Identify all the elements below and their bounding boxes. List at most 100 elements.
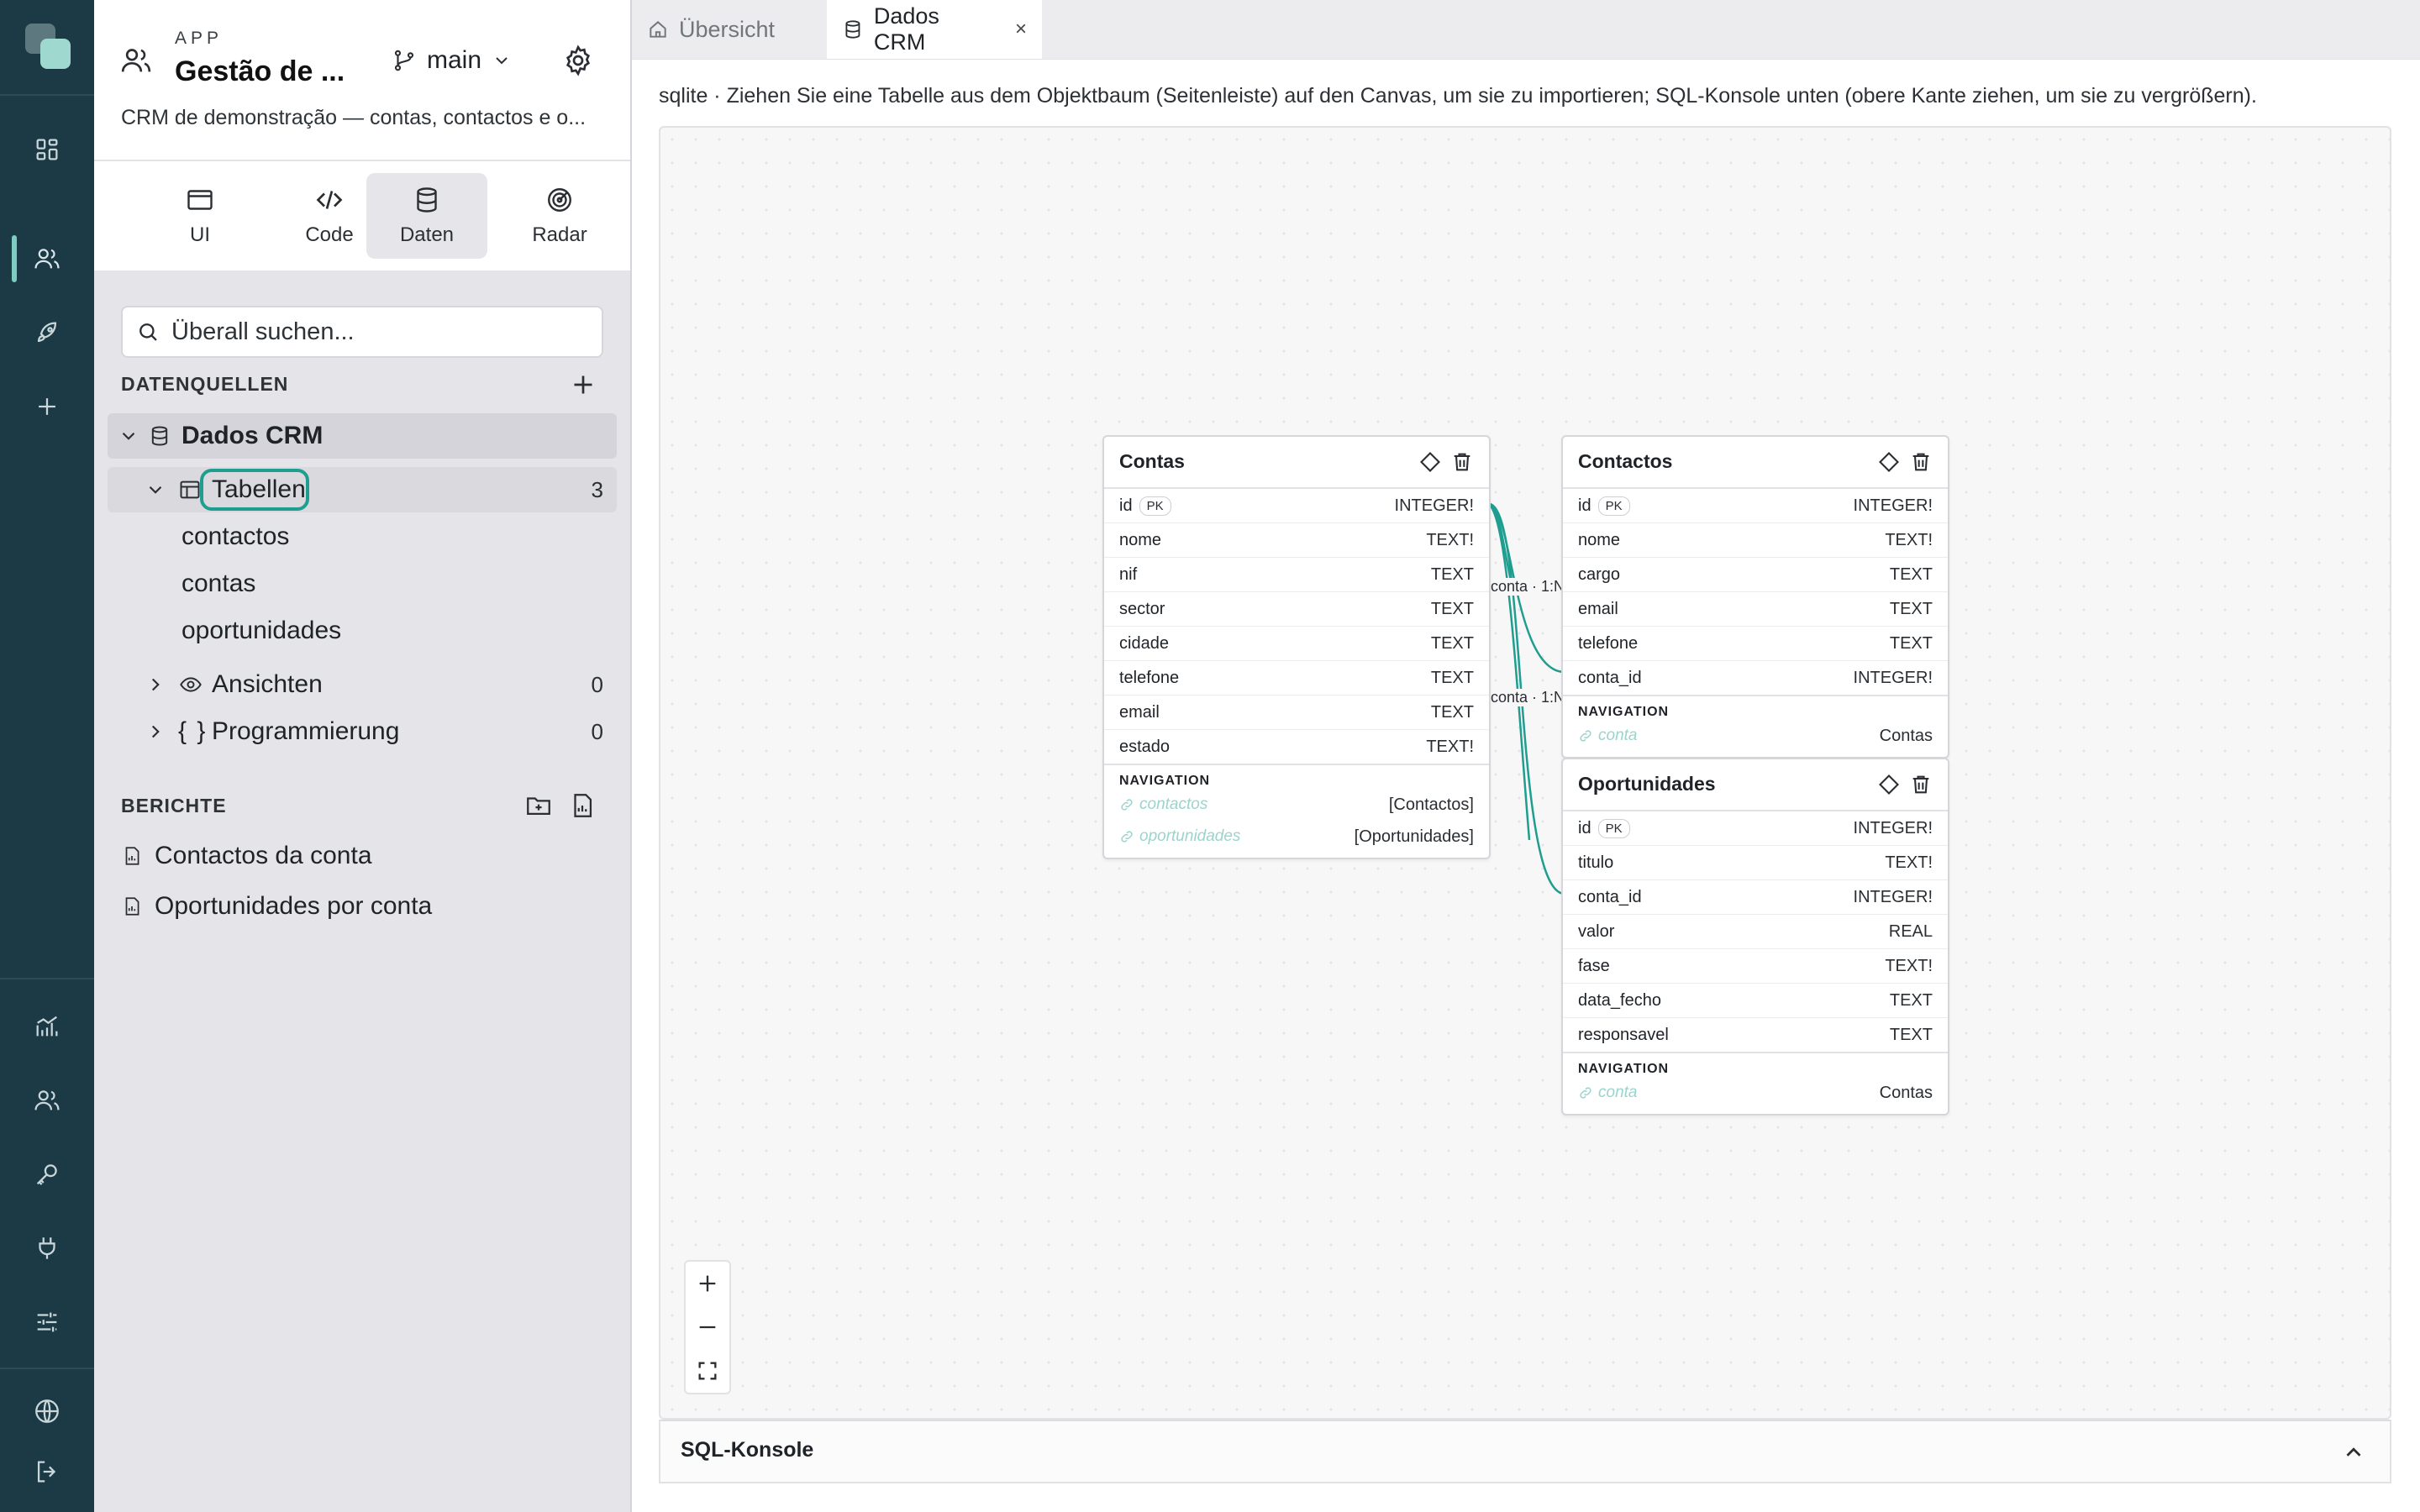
mode-ui[interactable]: UI <box>139 173 260 259</box>
column-type: TEXT! <box>1885 853 1933 872</box>
globe-icon[interactable] <box>25 1389 69 1433</box>
entity-contactos[interactable]: Contactos id PK INTEGER! nome TEXT! cargo TE… <box>1561 435 1949 759</box>
chevron-up-icon[interactable] <box>2341 1440 2366 1465</box>
tree-item-dados-crm[interactable]: Dados CRM <box>108 413 617 459</box>
entity-header[interactable]: Oportunidades <box>1563 759 1948 811</box>
column-row: cargo TEXT <box>1563 558 1948 592</box>
tree-item-tabellen[interactable]: Tabellen 3 <box>108 467 617 512</box>
column-type: REAL <box>1888 922 1933 941</box>
zoom-in-button[interactable] <box>686 1262 729 1305</box>
sidebar: APP Gestão de ... main CRM de demonstraç… <box>94 0 632 1512</box>
rail-divider <box>0 1368 94 1369</box>
zoom-controls <box>684 1260 731 1394</box>
app-rail <box>0 0 94 1512</box>
nav-row[interactable]: contactos [Contactos] <box>1104 789 1489 821</box>
analytics-icon[interactable] <box>25 1005 69 1048</box>
column-type: TEXT <box>1430 703 1474 722</box>
trash-icon[interactable] <box>1909 450 1933 474</box>
fit-view-button[interactable] <box>686 1349 729 1393</box>
sql-console-label: SQL-Konsole <box>681 1438 814 1462</box>
column-name: fase <box>1578 957 1610 975</box>
brand-logo-icon[interactable] <box>24 22 72 71</box>
report-item[interactable]: Oportunidades por conta <box>121 885 432 927</box>
settings-sliders-icon[interactable] <box>25 1300 69 1344</box>
chevron-right-icon[interactable] <box>145 674 166 696</box>
entity-header[interactable]: Contactos <box>1563 437 1948 489</box>
tree-item-ansichten[interactable]: Ansichten 0 <box>108 662 617 707</box>
rocket-icon[interactable] <box>25 311 69 354</box>
column-row: sector TEXT <box>1104 592 1489 627</box>
table-item-contactos[interactable]: contactos <box>182 522 289 551</box>
tree-label: Programmierung <box>212 717 400 745</box>
column-row: email TEXT <box>1563 592 1948 627</box>
nav-row[interactable]: conta Contas <box>1563 720 1948 752</box>
team-icon[interactable] <box>25 1079 69 1122</box>
chevron-down-icon[interactable] <box>145 479 166 501</box>
tree-label: Ansichten <box>212 670 323 698</box>
new-report-icon[interactable] <box>568 791 597 820</box>
git-branch-icon <box>394 50 414 71</box>
users-icon[interactable] <box>25 237 69 281</box>
locate-icon[interactable] <box>1877 450 1901 474</box>
key-icon[interactable] <box>25 1152 69 1196</box>
new-folder-icon[interactable] <box>524 791 553 820</box>
tab-label: Übersicht <box>679 16 776 42</box>
tab-dados-crm[interactable]: Dados CRM × <box>827 0 1042 59</box>
radar-icon <box>548 188 571 212</box>
entity-title: Contas <box>1119 450 1185 472</box>
entity-oportunidades[interactable]: Oportunidades id PK INTEGER! titulo TEXT! c… <box>1561 758 1949 1116</box>
logout-icon[interactable] <box>25 1450 69 1494</box>
entity-contas[interactable]: Contas id PK INTEGER! nome TEXT! nif TEXT se… <box>1102 435 1491 859</box>
column-row: estado TEXT! <box>1104 730 1489 764</box>
table-item-contas[interactable]: contas <box>182 570 255 598</box>
tree-count: 3 <box>591 477 603 502</box>
dashboard-icon[interactable] <box>25 128 69 171</box>
datasources-heading: DATENQUELLEN <box>121 373 289 395</box>
locate-icon[interactable] <box>1418 450 1442 474</box>
trash-icon[interactable] <box>1450 450 1474 474</box>
trash-icon[interactable] <box>1909 773 1933 796</box>
chevron-down-icon[interactable] <box>118 425 139 447</box>
report-item[interactable]: Contactos da conta <box>121 835 372 877</box>
entity-header[interactable]: Contas <box>1104 437 1489 489</box>
add-app-icon[interactable] <box>25 385 69 428</box>
gear-icon[interactable] <box>561 44 595 77</box>
tab-overview[interactable]: Übersicht <box>632 0 825 59</box>
column-type: TEXT! <box>1885 957 1933 975</box>
plug-icon[interactable] <box>25 1226 69 1270</box>
entity-title: Contactos <box>1578 450 1673 472</box>
chevron-down-icon <box>496 57 508 65</box>
locate-icon[interactable] <box>1877 773 1901 796</box>
tree-label: Dados CRM <box>182 422 324 449</box>
table-item-oportunidades[interactable]: oportunidades <box>182 617 341 645</box>
column-type: INTEGER! <box>1853 888 1933 906</box>
schema-canvas[interactable] <box>659 126 2391 1420</box>
database-icon <box>151 426 168 446</box>
search-field[interactable] <box>121 306 603 358</box>
search-input[interactable] <box>170 317 593 347</box>
zoom-out-button[interactable] <box>686 1305 729 1349</box>
mode-daten[interactable]: Daten <box>366 173 487 259</box>
column-type: TEXT! <box>1426 738 1474 756</box>
column-type: INTEGER! <box>1853 669 1933 687</box>
column-type: TEXT <box>1889 991 1933 1010</box>
nav-target: [Oportunidades] <box>1354 827 1474 846</box>
close-tab-icon[interactable]: × <box>1015 18 1027 41</box>
nav-row[interactable]: oportunidades [Oportunidades] <box>1104 821 1489 853</box>
eye-icon <box>180 677 202 692</box>
branch-selector[interactable]: main <box>392 44 512 77</box>
column-type: TEXT <box>1430 634 1474 653</box>
pk-badge: PK <box>1597 496 1630 516</box>
nav-row[interactable]: conta Contas <box>1563 1077 1948 1109</box>
column-row: nif TEXT <box>1104 558 1489 592</box>
add-datasource-icon[interactable] <box>568 370 598 400</box>
app-title: Gestão de ... <box>175 55 345 87</box>
column-row: id PK INTEGER! <box>1563 811 1948 846</box>
sql-console-bar[interactable]: SQL-Konsole <box>659 1420 2391 1483</box>
tree-item-programmierung[interactable]: { } Programmierung 0 <box>108 709 617 754</box>
mode-radar[interactable]: Radar <box>499 173 620 259</box>
navigation-heading: NAVIGATION <box>1578 705 1670 719</box>
chevron-right-icon[interactable] <box>145 721 166 743</box>
entity-title: Oportunidades <box>1578 773 1716 795</box>
relation-label: conta · 1:N <box>1491 689 1565 706</box>
